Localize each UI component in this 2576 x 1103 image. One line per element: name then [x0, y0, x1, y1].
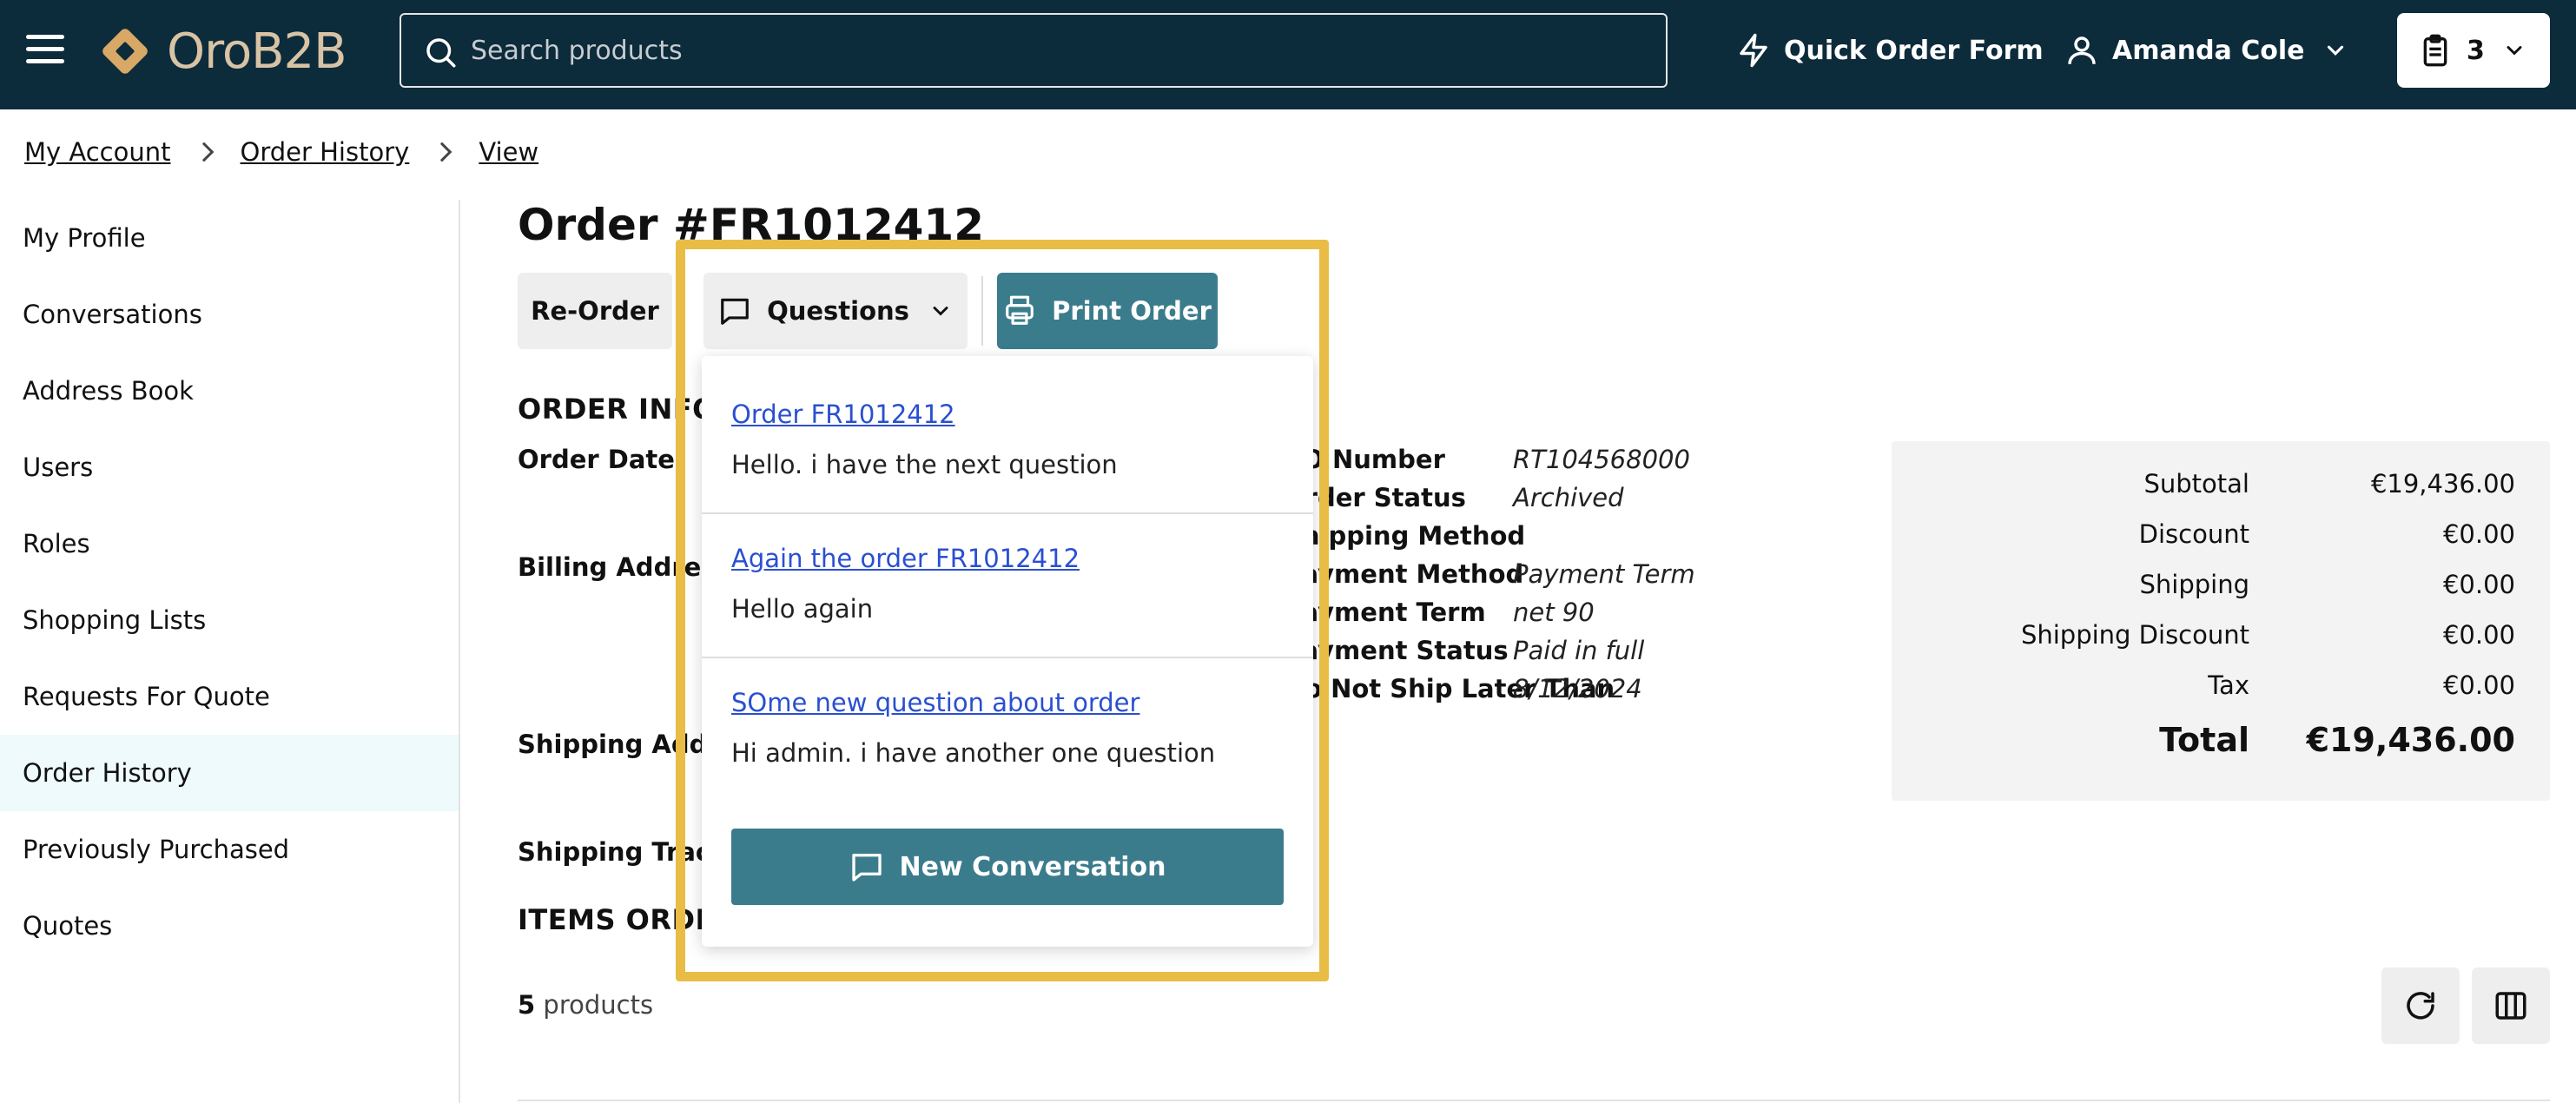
table-top-border	[518, 1100, 2550, 1101]
sidebar-item-previously-purchased[interactable]: Previously Purchased	[0, 811, 459, 888]
shopping-list-count: 3	[2467, 35, 2485, 66]
logo-diamond-icon	[102, 29, 148, 74]
shipping-discount-value: €0.00	[2442, 620, 2515, 650]
breadcrumb-view[interactable]: View	[479, 137, 538, 167]
billing-address-label: Billing Address	[518, 552, 731, 582]
payment-term-value: net 90	[1513, 598, 1595, 627]
chevron-right-icon	[194, 142, 214, 162]
questions-dropdown-button[interactable]: Questions	[703, 273, 968, 349]
payment-method-label: Payment Method	[1284, 559, 1524, 589]
questions-dropdown-menu: Order FR1012412 Hello. i have the next q…	[702, 356, 1313, 947]
new-conversation-label: New Conversation	[899, 851, 1166, 882]
sidebar-item-users[interactable]: Users	[0, 429, 459, 505]
products-count-number: 5	[518, 990, 536, 1020]
conversation-item[interactable]: Again the order FR1012412 Hello again	[702, 514, 1313, 658]
sidebar-item-quotes[interactable]: Quotes	[0, 888, 459, 964]
logo-text: OroB2B	[167, 23, 347, 80]
lightning-icon	[1740, 33, 1767, 68]
reorder-label: Re-Order	[531, 296, 659, 326]
quick-order-label: Quick Order Form	[1784, 35, 2044, 66]
sidebar-item-conversations[interactable]: Conversations	[0, 276, 459, 353]
chat-icon	[851, 854, 882, 882]
conversation-message: Hello. i have the next question	[731, 450, 1118, 479]
logo[interactable]: OroB2B	[96, 19, 347, 83]
print-order-label: Print Order	[1052, 296, 1212, 326]
order-summary: Subtotal €19,436.00 Discount €0.00 Shipp…	[1892, 441, 2550, 801]
user-menu[interactable]: Amanda Cole	[2064, 26, 2348, 75]
po-number-value: RT104568000	[1513, 445, 1690, 474]
tax-value: €0.00	[2442, 670, 2515, 700]
payment-status-value: Paid in full	[1513, 636, 1645, 665]
search-box[interactable]	[400, 13, 1668, 88]
chevron-down-icon	[933, 307, 948, 316]
shipping-label: Shipping	[2139, 570, 2249, 599]
clipboard-icon	[2423, 34, 2447, 67]
breadcrumb-my-account[interactable]: My Account	[24, 137, 171, 167]
order-date-label: Order Date	[518, 445, 675, 474]
do-not-ship-later-than-value: 8/12/2024	[1513, 674, 1642, 703]
page-title: Order #FR1012412	[518, 200, 985, 250]
questions-label: Questions	[767, 296, 909, 326]
conversation-title[interactable]: SOme new question about order	[731, 688, 1139, 717]
subtotal-value: €19,436.00	[2370, 469, 2515, 499]
menu-icon[interactable]	[26, 35, 64, 69]
reorder-button[interactable]: Re-Order	[518, 273, 672, 349]
products-count: 5 products	[518, 990, 653, 1020]
discount-value: €0.00	[2442, 519, 2515, 549]
chevron-down-icon	[2507, 46, 2522, 56]
conversation-item[interactable]: SOme new question about order Hi admin. …	[702, 658, 1313, 802]
chat-icon	[721, 298, 749, 325]
columns-button[interactable]	[2472, 968, 2550, 1044]
printer-icon	[1006, 295, 1034, 325]
button-divider	[981, 276, 983, 346]
breadcrumb-order-history[interactable]: Order History	[241, 137, 410, 167]
search-icon	[426, 38, 456, 68]
sidebar-item-order-history[interactable]: Order History	[0, 735, 459, 811]
quick-order-form-link[interactable]: Quick Order Form	[1735, 26, 2044, 75]
products-count-word: products	[543, 990, 654, 1020]
shopping-list-widget[interactable]: 3	[2397, 13, 2550, 88]
payment-status-label: Payment Status	[1284, 636, 1509, 665]
shipping-discount-label: Shipping Discount	[2020, 620, 2249, 650]
conversation-item[interactable]: Order FR1012412 Hello. i have the next q…	[702, 356, 1313, 514]
sidebar-item-requests-for-quote[interactable]: Requests For Quote	[0, 658, 459, 735]
refresh-icon	[2407, 992, 2434, 1020]
conversation-message: Hi admin. i have another one question	[731, 738, 1216, 768]
payment-term-label: Payment Term	[1284, 598, 1486, 627]
discount-label: Discount	[2138, 519, 2249, 549]
conversation-title[interactable]: Order FR1012412	[731, 400, 955, 429]
total-label: Total	[2159, 721, 2249, 759]
order-status-value: Archived	[1513, 483, 1624, 512]
tax-label: Tax	[2208, 670, 2249, 700]
user-icon	[2068, 36, 2096, 64]
sidebar-item-shopping-lists[interactable]: Shopping Lists	[0, 582, 459, 658]
shipping-method-label: Shipping Method	[1284, 521, 1526, 551]
search-input[interactable]	[471, 15, 1643, 86]
conversation-title[interactable]: Again the order FR1012412	[731, 544, 1080, 573]
user-name: Amanda Cole	[2112, 35, 2305, 66]
shipping-value: €0.00	[2442, 570, 2515, 599]
sidebar-item-roles[interactable]: Roles	[0, 505, 459, 582]
total-value: €19,436.00	[2306, 721, 2515, 759]
conversation-message: Hello again	[731, 594, 874, 624]
refresh-button[interactable]	[2381, 968, 2460, 1044]
payment-method-value: Payment Term	[1513, 559, 1695, 589]
columns-icon	[2495, 992, 2526, 1020]
sidebar-item-my-profile[interactable]: My Profile	[0, 200, 459, 276]
breadcrumb: My Account Order History View	[24, 137, 538, 167]
print-order-button[interactable]: Print Order	[997, 273, 1218, 349]
new-conversation-button[interactable]: New Conversation	[731, 829, 1284, 905]
subtotal-label: Subtotal	[2143, 469, 2249, 499]
account-sidebar: My Profile Conversations Address Book Us…	[0, 200, 460, 1103]
chevron-down-icon	[2327, 45, 2343, 56]
chevron-right-icon	[432, 142, 452, 162]
sidebar-item-address-book[interactable]: Address Book	[0, 353, 459, 429]
top-header: OroB2B Quick Order Form Amanda Cole 3	[0, 0, 2576, 109]
